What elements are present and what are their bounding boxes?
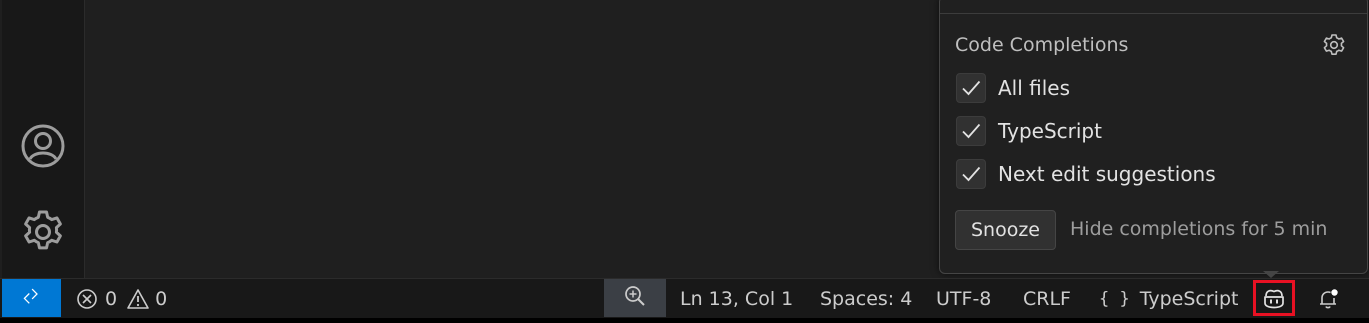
manage-button[interactable] xyxy=(2,204,84,264)
copilot-status-button[interactable] xyxy=(1253,280,1295,316)
gear-icon[interactable] xyxy=(1322,33,1346,57)
checkbox-all-files[interactable] xyxy=(956,73,986,103)
warnings-count: 0 xyxy=(155,288,168,310)
activity-bar xyxy=(2,0,85,278)
snooze-button[interactable]: Snooze xyxy=(955,210,1056,250)
checkmark-icon xyxy=(962,166,981,182)
manage-gear-icon xyxy=(20,209,66,259)
line-ending[interactable]: CRLF xyxy=(1023,279,1071,319)
indentation[interactable]: Spaces: 4 xyxy=(820,279,912,319)
remote-indicator-button[interactable] xyxy=(2,279,61,317)
popup-divider xyxy=(940,13,1367,14)
zoom-button[interactable] xyxy=(604,279,666,317)
copilot-icon xyxy=(1262,287,1286,309)
option-typescript[interactable]: TypeScript xyxy=(956,115,1102,147)
popup-pointer xyxy=(1263,271,1279,278)
option-next-edit-suggestions[interactable]: Next edit suggestions xyxy=(956,158,1216,190)
popup-title: Code Completions xyxy=(955,34,1129,56)
remote-icon xyxy=(21,285,43,312)
status-bar: 0 0 Ln 13, Col 1 Spaces: 4 UTF-8 CRLF {… xyxy=(0,278,1369,319)
encoding[interactable]: UTF-8 xyxy=(936,279,991,319)
option-all-files[interactable]: All files xyxy=(956,72,1070,104)
warning-icon xyxy=(126,288,150,310)
braces-icon: { } xyxy=(1099,289,1130,309)
snooze-hint: Hide completions for 5 min xyxy=(1070,218,1328,240)
checkmark-icon xyxy=(962,80,981,96)
bell-dot-icon xyxy=(1316,287,1340,311)
option-label: All files xyxy=(998,76,1071,100)
error-icon xyxy=(76,288,98,310)
option-label: TypeScript xyxy=(998,119,1102,143)
problems-indicator[interactable]: 0 0 xyxy=(76,279,167,319)
cursor-position[interactable]: Ln 13, Col 1 xyxy=(680,279,793,319)
account-icon xyxy=(20,123,66,173)
vscode-window: Code Completions All files TypeScript Ne… xyxy=(0,0,1369,323)
checkbox-next-edit-suggestions[interactable] xyxy=(956,159,986,189)
window-bottom-edge xyxy=(0,318,1369,323)
option-label: Next edit suggestions xyxy=(998,162,1216,186)
errors-count: 0 xyxy=(105,288,118,310)
checkmark-icon xyxy=(962,123,981,139)
notifications-button[interactable] xyxy=(1316,279,1340,319)
checkbox-typescript[interactable] xyxy=(956,116,986,146)
language-label: TypeScript xyxy=(1139,288,1239,310)
copilot-completions-popup: Code Completions All files TypeScript Ne… xyxy=(939,0,1368,274)
account-button[interactable] xyxy=(2,118,84,178)
language-mode[interactable]: { } TypeScript xyxy=(1099,279,1238,319)
zoom-in-icon xyxy=(623,284,647,313)
